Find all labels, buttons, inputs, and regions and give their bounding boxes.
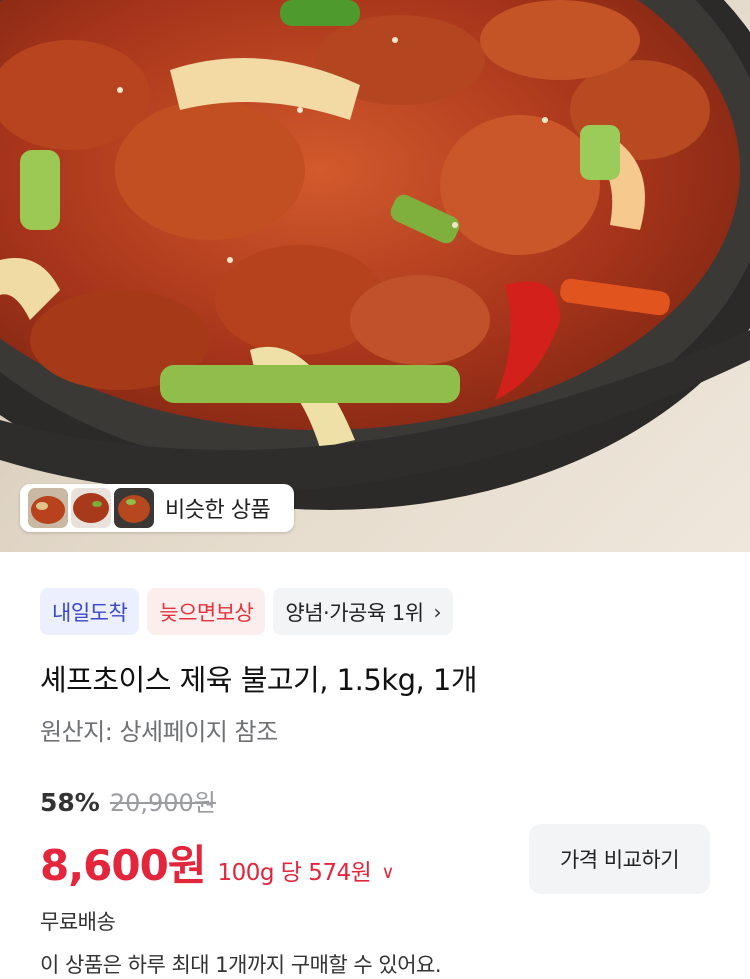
shipping-info: 무료배송 bbox=[40, 910, 116, 934]
unit-price[interactable]: 100g 당 574원 bbox=[218, 853, 372, 887]
discount-rate: 58% bbox=[40, 788, 100, 817]
arrival-badge: 내일도착 bbox=[40, 588, 140, 635]
similar-products-chip[interactable]: 비슷한 상품 bbox=[20, 484, 294, 532]
similar-thumbnail bbox=[71, 488, 111, 528]
product-image[interactable]: 비슷한 상품 bbox=[0, 0, 750, 552]
similar-products-label: 비슷한 상품 bbox=[165, 498, 271, 523]
category-rank-badge[interactable]: 양념·가공육 1위 › bbox=[273, 588, 454, 635]
badge-row: 내일도착 늦으면보상 양념·가공육 1위 › bbox=[40, 588, 454, 635]
purchase-limit-notice: 이 상품은 하루 최대 1개까지 구매할 수 있어요. bbox=[40, 953, 442, 977]
price-row: 8,600원 100g 당 574원 ∨ bbox=[40, 832, 395, 893]
category-rank-label: 양념·가공육 1위 bbox=[285, 600, 424, 625]
compare-prices-button[interactable]: 가격 비교하기 bbox=[529, 824, 710, 894]
product-origin: 원산지: 상세페이지 참조 bbox=[40, 718, 278, 746]
sale-price: 8,600원 bbox=[40, 841, 206, 890]
discount-row: 58% 20,900원 bbox=[40, 783, 216, 818]
chevron-right-icon: › bbox=[433, 599, 442, 624]
food-photo bbox=[0, 0, 750, 510]
similar-thumbnail bbox=[28, 488, 68, 528]
late-compensation-badge: 늦으면보상 bbox=[147, 588, 266, 635]
chevron-down-icon[interactable]: ∨ bbox=[381, 862, 394, 883]
product-title: 셰프초이스 제육 불고기, 1.5kg, 1개 bbox=[40, 663, 478, 697]
similar-thumbnail bbox=[114, 488, 154, 528]
original-price: 20,900원 bbox=[109, 789, 216, 817]
